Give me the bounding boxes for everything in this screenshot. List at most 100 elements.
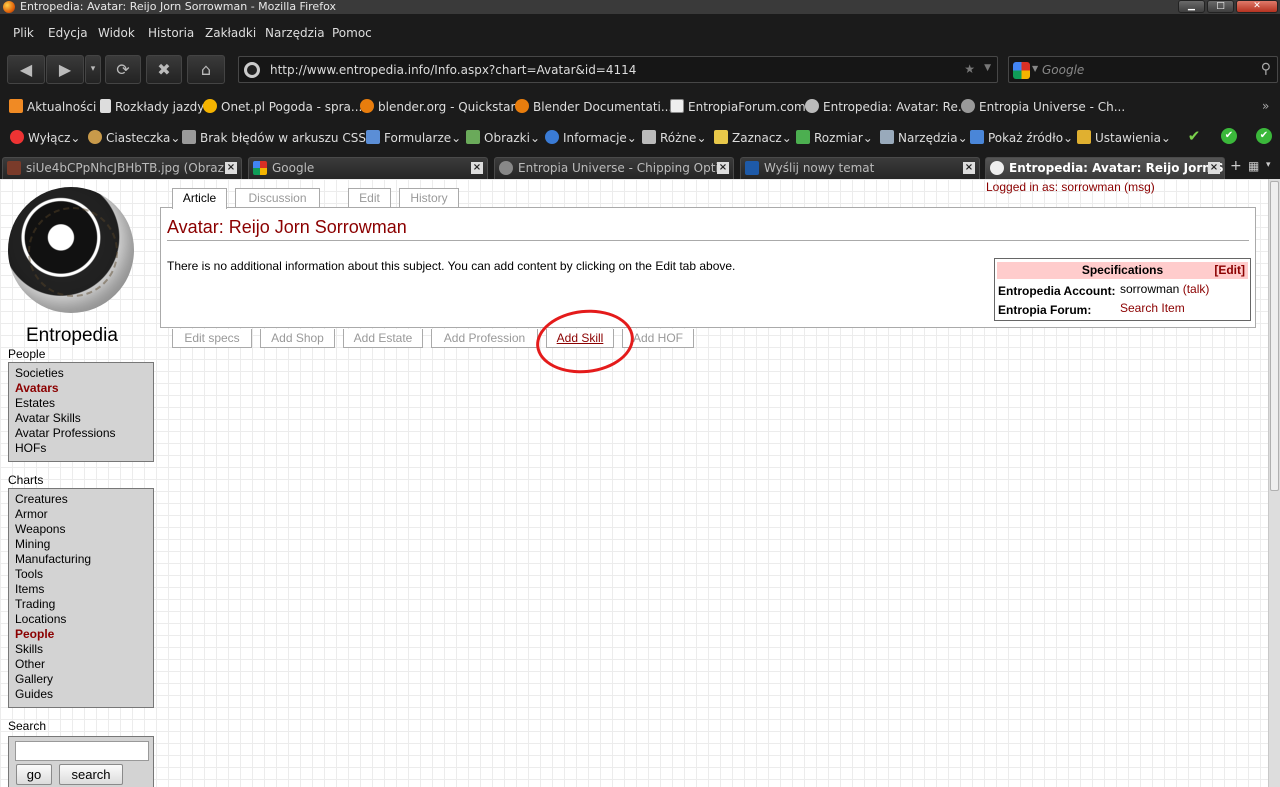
bookmark-entropia-universe[interactable]: Entropia Universe - Ch... [961, 99, 1125, 114]
close-window-button[interactable]: ✕ [1236, 0, 1278, 13]
login-status[interactable]: Logged in as: sorrowman (msg) [986, 180, 1155, 194]
url-dropdown-icon[interactable]: ▼ [984, 63, 991, 73]
tab-wyslij-temat[interactable]: Wyślij nowy temat × [740, 157, 980, 179]
nav-people[interactable]: People [15, 627, 153, 642]
google-icon[interactable] [1013, 62, 1030, 79]
nav-locations[interactable]: Locations [15, 612, 153, 627]
nav-societies[interactable]: Societies [15, 366, 153, 381]
nav-other[interactable]: Other [15, 657, 153, 672]
nav-trading[interactable]: Trading [15, 597, 153, 612]
add-shop-button[interactable]: Add Shop [260, 329, 335, 348]
new-tab-icon[interactable]: + [1230, 158, 1242, 174]
bookmark-rozklady[interactable]: Rozkłady jazdy [100, 99, 204, 114]
menu-widok[interactable]: Widok [98, 26, 135, 40]
bookmark-blender-quickstart[interactable]: blender.org - Quickstart [360, 99, 520, 114]
menu-narzedzia[interactable]: Narzędzia [265, 26, 325, 40]
nav-gallery[interactable]: Gallery [15, 672, 153, 687]
devtool-zaznacz[interactable]: Zaznacz⌄ [714, 130, 792, 145]
back-button[interactable]: ◀ [7, 55, 45, 84]
devtool-informacje[interactable]: Informacje⌄ [545, 130, 637, 145]
nav-items[interactable]: Items [15, 582, 153, 597]
close-tab-icon[interactable]: × [717, 162, 729, 174]
nav-mining[interactable]: Mining [15, 537, 153, 552]
home-button[interactable]: ⌂ [187, 55, 225, 84]
nav-hofs[interactable]: HOFs [15, 441, 153, 456]
devtool-rozne[interactable]: Różne⌄ [642, 130, 707, 145]
nav-skills[interactable]: Skills [15, 642, 153, 657]
add-profession-button[interactable]: Add Profession [431, 329, 538, 348]
devtool-wylacz[interactable]: Wyłącz⌄ [10, 130, 80, 145]
forum-search-link[interactable]: Search Item [1120, 301, 1185, 315]
nav-guides[interactable]: Guides [15, 687, 153, 702]
validate-ok-icon[interactable]: ✔ [1221, 128, 1237, 144]
bookmark-entropedia[interactable]: Entropedia: Avatar: Re... [805, 99, 969, 114]
list-all-tabs-icon[interactable]: ▾ [1266, 160, 1271, 170]
address-bar[interactable]: http://www.entropedia.info/Info.aspx?cha… [238, 56, 998, 83]
search-bar[interactable]: ▼ Google ⚲ [1008, 56, 1278, 83]
menu-edycja[interactable]: Edycja [48, 26, 88, 40]
history-dropdown-button[interactable]: ▾ [85, 55, 101, 84]
close-tab-icon[interactable]: × [471, 162, 483, 174]
nav-avatar-professions[interactable]: Avatar Professions [15, 426, 153, 441]
magnifier-icon[interactable]: ⚲ [1261, 61, 1271, 77]
devtool-css[interactable]: Brak błędów w arkuszu CSS⌄ [182, 130, 376, 145]
nav-manufacturing[interactable]: Manufacturing [15, 552, 153, 567]
nav-avatar-skills[interactable]: Avatar Skills [15, 411, 153, 426]
nav-tools[interactable]: Tools [15, 567, 153, 582]
devtool-pokaz-zrodlo[interactable]: Pokaż źródło⌄ [970, 130, 1073, 145]
close-tab-icon[interactable]: × [963, 162, 975, 174]
tab-discussion[interactable]: Discussion [235, 188, 320, 207]
menu-zakladki[interactable]: Zakładki [205, 26, 256, 40]
menu-pomoc[interactable]: Pomoc [332, 26, 372, 40]
nav-armor[interactable]: Armor [15, 507, 153, 522]
scrollbar-thumb[interactable] [1270, 181, 1279, 491]
tab-history[interactable]: History [399, 188, 459, 207]
site-identity-icon[interactable] [244, 62, 260, 78]
devtool-formularze[interactable]: Formularze⌄ [366, 130, 461, 145]
bookmark-onet[interactable]: Onet.pl Pogoda - spra... [203, 99, 362, 114]
devtool-ciasteczka[interactable]: Ciasteczka⌄ [88, 130, 180, 145]
nav-estates[interactable]: Estates [15, 396, 153, 411]
bookmark-entropiaforum[interactable]: EntropiaForum.com [670, 99, 806, 114]
nav-avatars[interactable]: Avatars [15, 381, 153, 396]
nav-weapons[interactable]: Weapons [15, 522, 153, 537]
checkmark-icon[interactable]: ✔ [1186, 128, 1202, 144]
tab-article[interactable]: Article [172, 188, 227, 209]
devtool-rozmiar[interactable]: Rozmiar⌄ [796, 130, 873, 145]
specs-edit-link[interactable]: [Edit] [1214, 262, 1245, 279]
devtool-obrazki[interactable]: Obrazki⌄ [466, 130, 540, 145]
edit-specs-button[interactable]: Edit specs [172, 329, 252, 348]
entropedia-logo[interactable] [8, 187, 134, 313]
devtool-ustawienia[interactable]: Ustawienia⌄ [1077, 130, 1171, 145]
minimize-button[interactable]: ▁ [1178, 0, 1205, 13]
site-search-input[interactable] [15, 741, 149, 761]
close-tab-icon[interactable]: × [1208, 162, 1220, 174]
engine-dropdown-icon[interactable]: ▼ [1032, 64, 1038, 73]
add-hof-button[interactable]: Add HOF [622, 329, 694, 348]
close-tab-icon[interactable]: × [225, 162, 237, 174]
search-button[interactable]: search [59, 764, 123, 785]
menu-plik[interactable]: Plik [13, 26, 34, 40]
tab-entropedia-active[interactable]: Entropedia: Avatar: Reijo Jorn So... × [985, 157, 1225, 179]
menu-historia[interactable]: Historia [148, 26, 194, 40]
add-estate-button[interactable]: Add Estate [343, 329, 423, 348]
bookmark-aktualnosci[interactable]: Aktualności [9, 99, 96, 114]
add-skill-button[interactable]: Add Skill [546, 329, 614, 348]
nav-creatures[interactable]: Creatures [15, 492, 153, 507]
tab-groups-icon[interactable]: ▦ [1248, 159, 1259, 173]
talk-link[interactable]: (talk) [1183, 282, 1210, 296]
go-button[interactable]: go [16, 764, 52, 785]
validate-ok-icon[interactable]: ✔ [1256, 128, 1272, 144]
tab-google[interactable]: Google × [248, 157, 488, 179]
search-placeholder[interactable]: Google [1042, 63, 1084, 77]
forward-button[interactable]: ▶ [46, 55, 84, 84]
maximize-button[interactable]: □ [1207, 0, 1234, 13]
bookmarks-overflow-icon[interactable]: » [1262, 99, 1269, 113]
tab-edit[interactable]: Edit [348, 188, 391, 207]
reload-button[interactable]: ⟳ [105, 55, 141, 84]
tab-entropia-universe[interactable]: Entropia Universe - Chipping Opti... × [494, 157, 734, 179]
tab-image[interactable]: siUe4bCPpNhcJBHbTB.jpg (Obraz... × [2, 157, 242, 179]
page-scrollbar[interactable] [1268, 179, 1280, 787]
devtool-narzedzia[interactable]: Narzędzia⌄ [880, 130, 968, 145]
bookmark-star-icon[interactable]: ★ [964, 62, 975, 76]
